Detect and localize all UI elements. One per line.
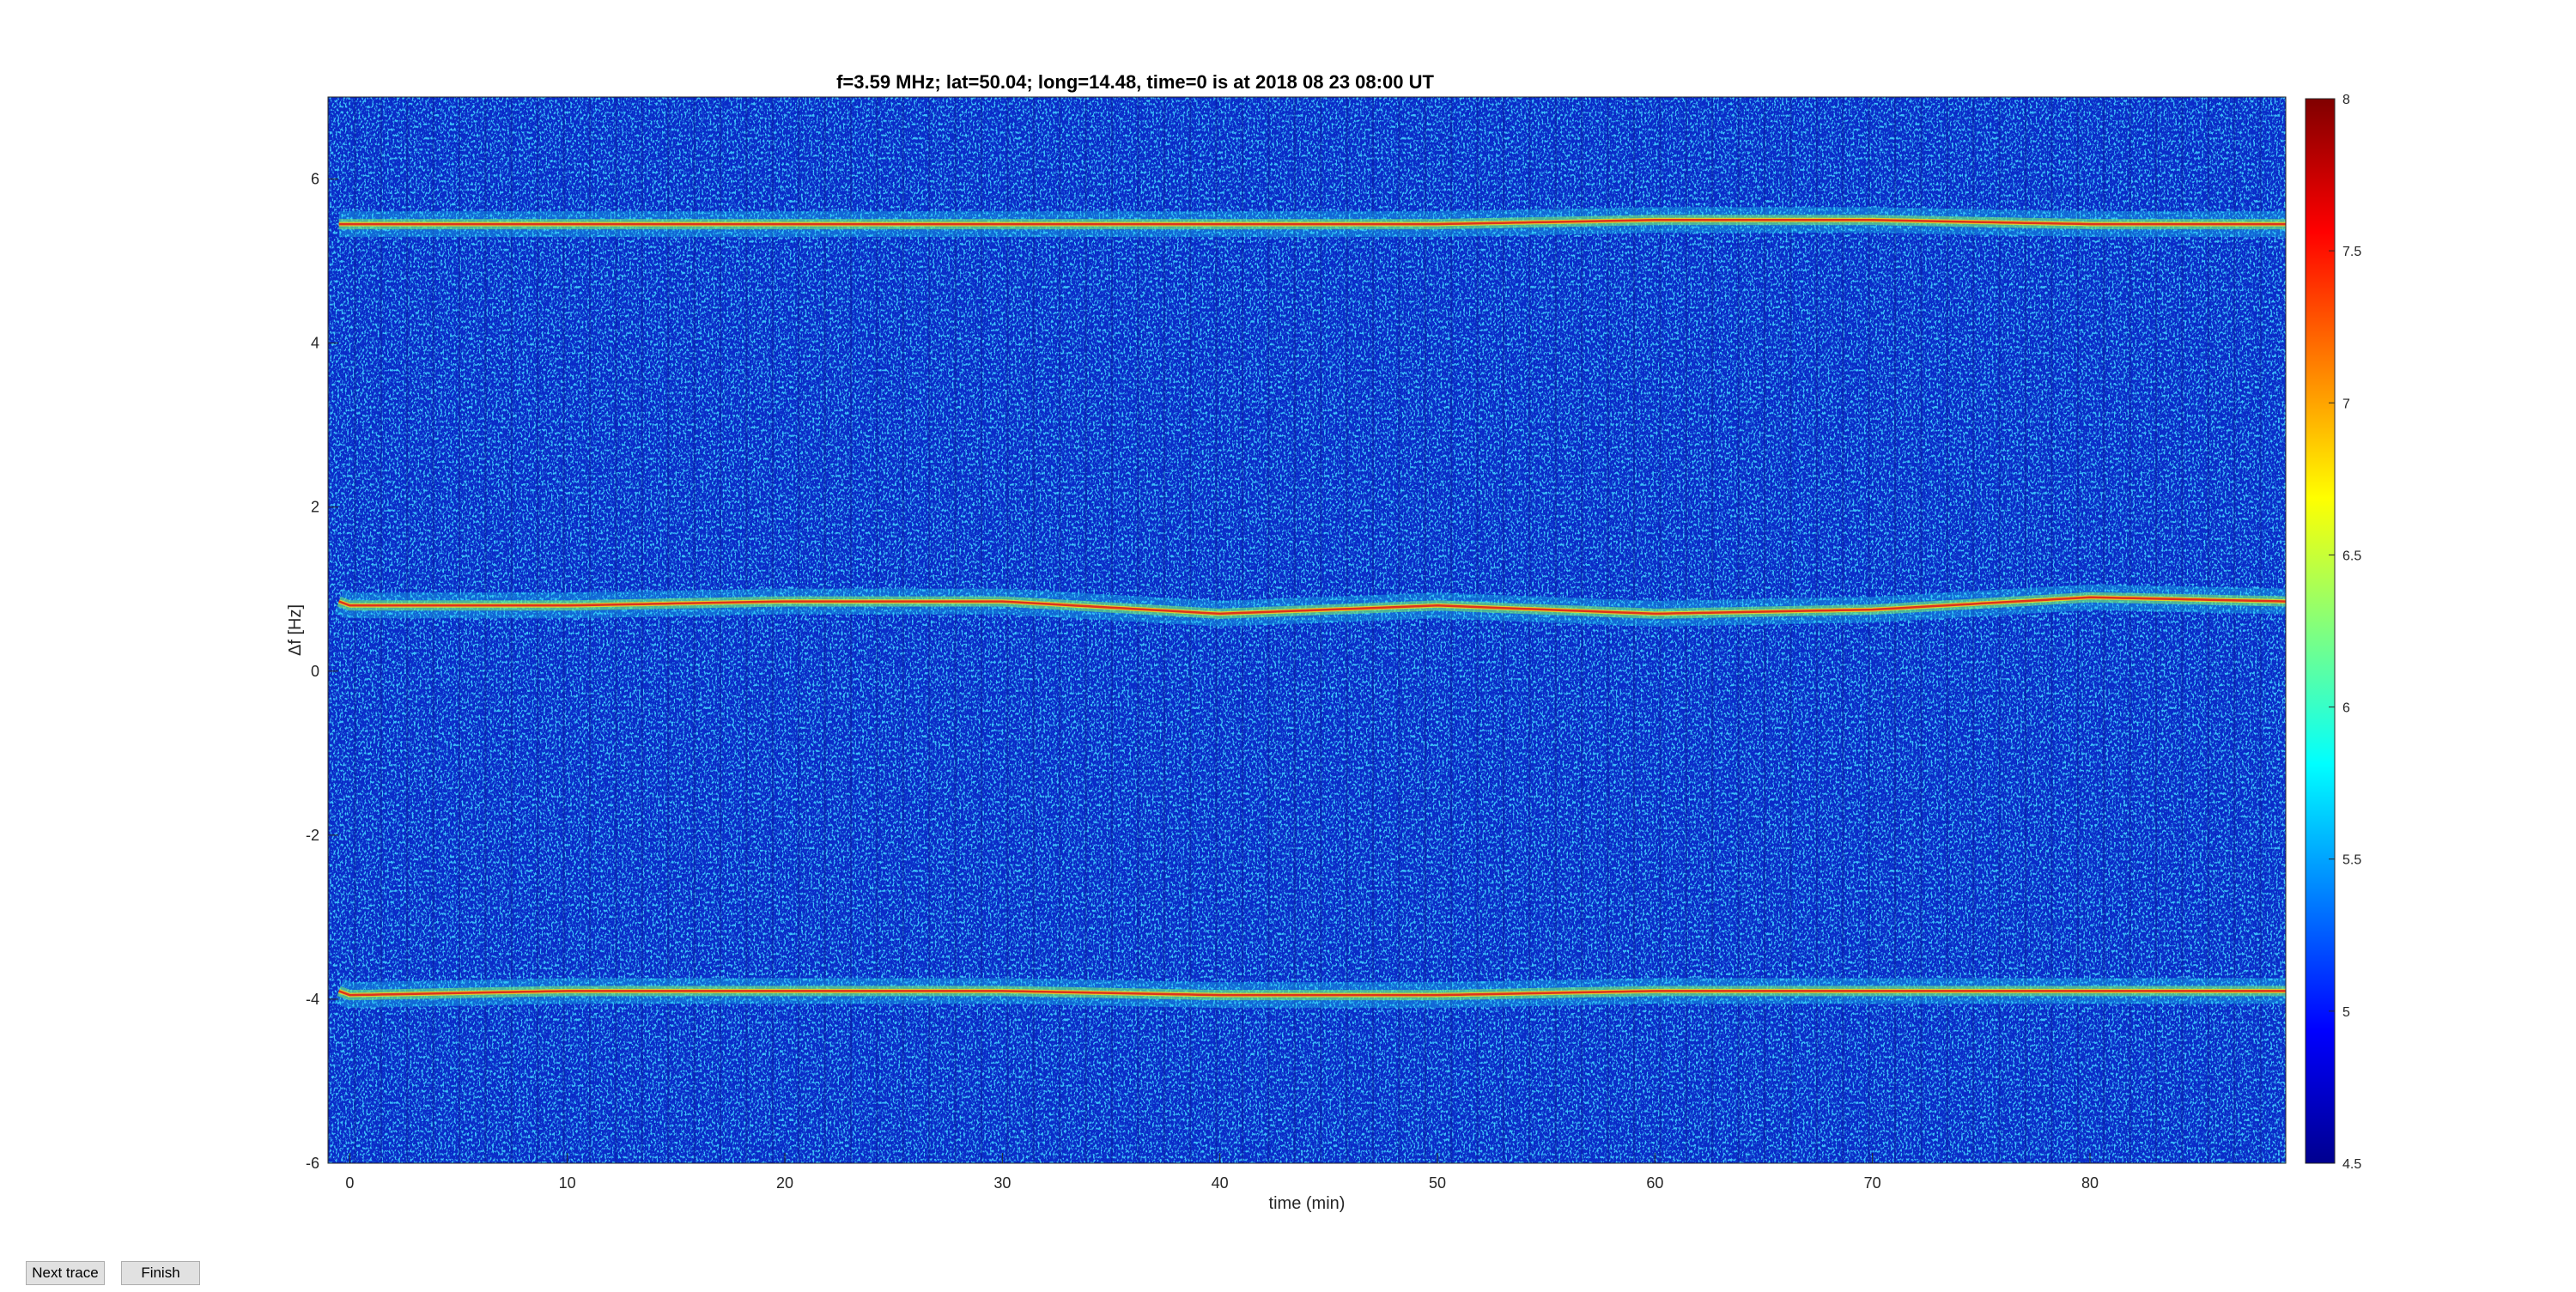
- y-tick-label: 6: [311, 171, 319, 188]
- x-tick-label: 80: [2081, 1174, 2099, 1192]
- x-tick-label: 70: [1864, 1174, 1881, 1192]
- colorbar-tick-label: 7.5: [2342, 245, 2361, 259]
- figure-canvas: f=3.59 MHz; lat=50.04; long=14.48, time=…: [286, 71, 2361, 1213]
- x-tick-label: 20: [776, 1174, 793, 1192]
- x-tick-label: 30: [993, 1174, 1011, 1192]
- y-tick-label: 2: [311, 499, 319, 516]
- y-tick-label: 0: [311, 663, 319, 680]
- y-axis-label: Δf [Hz]: [286, 604, 305, 656]
- colorbar-tick-label: 5.5: [2342, 853, 2361, 868]
- trace-3: [334, 978, 2286, 1009]
- colorbar-tick-label: 5: [2342, 1005, 2350, 1020]
- y-tick-label: 4: [311, 335, 319, 352]
- colorbar-tick-label: 7: [2342, 397, 2350, 411]
- y-tick-label: -4: [306, 991, 319, 1008]
- x-tick-label: 50: [1429, 1174, 1446, 1192]
- x-tick-label: 0: [345, 1174, 354, 1192]
- x-tick-label: 60: [1646, 1174, 1663, 1192]
- next-trace-button[interactable]: Next trace: [26, 1261, 105, 1285]
- colorbar-gradient: [2305, 98, 2336, 1164]
- x-tick-label: 40: [1212, 1174, 1229, 1192]
- x-tick-label: 10: [559, 1174, 576, 1192]
- y-tick-label: -2: [306, 827, 319, 844]
- finish-button[interactable]: Finish: [121, 1261, 200, 1285]
- plot-area: [327, 96, 2287, 1164]
- colorbar-tick-label: 6: [2342, 701, 2350, 716]
- x-axis-label: time (min): [1269, 1194, 1346, 1213]
- colorbar-tick-label: 8: [2342, 93, 2350, 107]
- y-tick-label: -6: [306, 1155, 319, 1172]
- colorbar-tick-label: 6.5: [2342, 549, 2361, 563]
- trace-2: [334, 584, 2287, 627]
- chart-title: f=3.59 MHz; lat=50.04; long=14.48, time=…: [836, 71, 1434, 93]
- colorbar: 4.5 5 5.5 6 6.5 7 7.5 8: [2305, 93, 2361, 1172]
- colorbar-tick-label: 4.5: [2342, 1157, 2361, 1172]
- trace-1: [338, 207, 2286, 238]
